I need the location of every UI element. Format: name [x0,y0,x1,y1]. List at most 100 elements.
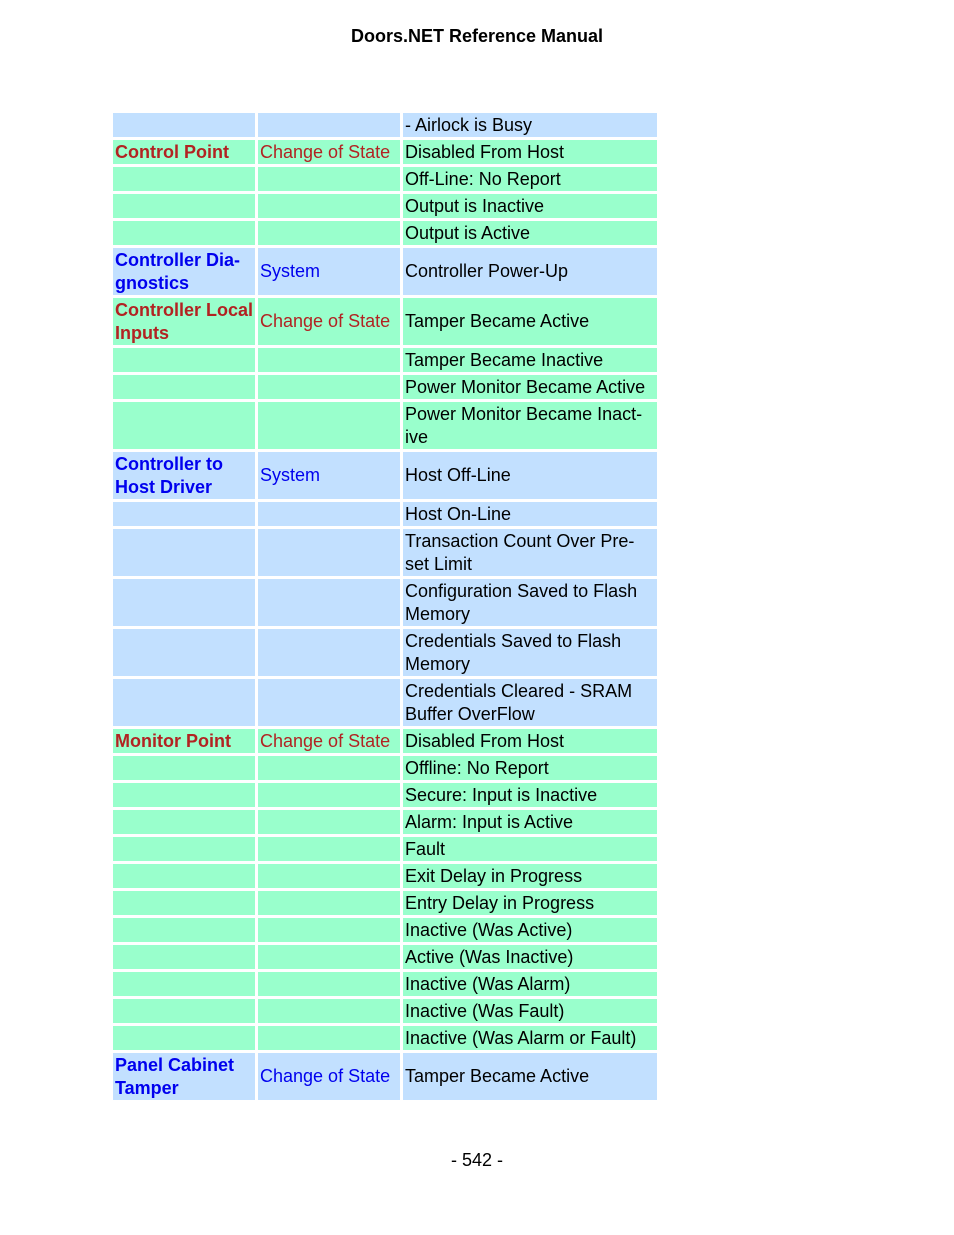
table-row: Tamper Became Inactive [113,348,657,372]
event-description-cell: Inactive (Was Active) [403,918,657,942]
event-category-cell [258,891,400,915]
event-type-cell [113,402,255,449]
event-category-cell [258,194,400,218]
event-type-cell [113,629,255,676]
event-category-cell [258,1026,400,1050]
event-type-cell [113,194,255,218]
event-description-cell: Configuration Saved to Flash Memory [403,579,657,626]
event-description-cell: Inactive (Was Fault) [403,999,657,1023]
events-table: - Airlock is Busy Control Point Change o… [110,110,660,1103]
event-category-cell [258,972,400,996]
table-row: Control Point Change of State Disabled F… [113,140,657,164]
event-type-cell [113,810,255,834]
event-type-cell: Control Point [113,140,255,164]
event-category-cell [258,629,400,676]
event-category-cell [258,945,400,969]
event-type-cell [113,783,255,807]
event-description-cell: Host Off-Line [403,452,657,499]
table-row: Monitor Point Change of State Disabled F… [113,729,657,753]
table-row: - Airlock is Busy [113,113,657,137]
event-type-cell [113,945,255,969]
table-row: Inactive (Was Alarm) [113,972,657,996]
page-header: Doors.NET Reference Manual [350,26,604,46]
table-row: Inactive (Was Alarm or Fault) [113,1026,657,1050]
event-type-cell [113,113,255,137]
event-category-cell [258,221,400,245]
event-description-cell: Exit Delay in Progress [403,864,657,888]
table-row: Off-Line: No Report [113,167,657,191]
event-type-cell: Monitor Point [113,729,255,753]
event-category-cell: Change of State [258,729,400,753]
event-type-cell [113,837,255,861]
event-description-cell: Off-Line: No Report [403,167,657,191]
event-description-cell: Active (Was Inactive) [403,945,657,969]
event-category-cell [258,375,400,399]
table-row: Output is Active [113,221,657,245]
event-type-cell [113,756,255,780]
event-type-cell [113,918,255,942]
event-type-cell: Controller Dia-gnostics [113,248,255,295]
event-category-cell [258,502,400,526]
event-description-cell: Output is Active [403,221,657,245]
event-category-cell [258,810,400,834]
event-description-cell: Output is Inactive [403,194,657,218]
table-row: Active (Was Inactive) [113,945,657,969]
table-row: Alarm: Input is Active [113,810,657,834]
event-category-cell: Change of State [258,298,400,345]
event-type-cell [113,529,255,576]
event-type-cell [113,679,255,726]
table-row: Panel Cabinet Tamper Change of State Tam… [113,1053,657,1100]
page-number: - 542 - [450,1150,504,1170]
event-description-cell: Alarm: Input is Active [403,810,657,834]
table-row: Configuration Saved to Flash Memory [113,579,657,626]
event-description-cell: Power Monitor Became Active [403,375,657,399]
event-description-cell: Fault [403,837,657,861]
event-type-cell [113,348,255,372]
table-row: Fault [113,837,657,861]
event-type-cell [113,864,255,888]
table-row: Entry Delay in Progress [113,891,657,915]
event-type-cell [113,579,255,626]
event-type-cell [113,167,255,191]
table-row: Controller Dia-gnostics System Controlle… [113,248,657,295]
event-description-cell: Transaction Count Over Pre-set Limit [403,529,657,576]
event-type-cell [113,502,255,526]
event-category-cell [258,402,400,449]
event-type-cell [113,999,255,1023]
event-description-cell: Tamper Became Inactive [403,348,657,372]
event-description-cell: Power Monitor Became Inact-ive [403,402,657,449]
event-type-cell [113,891,255,915]
event-description-cell: Credentials Cleared - SRAM Buffer OverFl… [403,679,657,726]
event-description-cell: Tamper Became Active [403,298,657,345]
event-type-cell [113,221,255,245]
event-type-cell: Controller to Host Driver [113,452,255,499]
table-row: Credentials Saved to Flash Memory [113,629,657,676]
event-category-cell [258,999,400,1023]
event-category-cell [258,579,400,626]
event-type-cell [113,1026,255,1050]
event-category-cell [258,529,400,576]
event-category-cell: Change of State [258,1053,400,1100]
event-description-cell: Inactive (Was Alarm) [403,972,657,996]
table-row: Credentials Cleared - SRAM Buffer OverFl… [113,679,657,726]
event-description-cell: Inactive (Was Alarm or Fault) [403,1026,657,1050]
event-category-cell [258,837,400,861]
event-description-cell: Offline: No Report [403,756,657,780]
event-category-cell [258,864,400,888]
event-description-cell: Entry Delay in Progress [403,891,657,915]
event-description-cell: Tamper Became Active [403,1053,657,1100]
table-row: Power Monitor Became Active [113,375,657,399]
event-description-cell: Disabled From Host [403,140,657,164]
event-category-cell: System [258,248,400,295]
event-category-cell [258,167,400,191]
event-category-cell [258,783,400,807]
event-type-cell: Panel Cabinet Tamper [113,1053,255,1100]
table-row: Secure: Input is Inactive [113,783,657,807]
table-row: Output is Inactive [113,194,657,218]
event-description-cell: Credentials Saved to Flash Memory [403,629,657,676]
event-type-cell [113,972,255,996]
event-description-cell: - Airlock is Busy [403,113,657,137]
event-category-cell [258,348,400,372]
table-row: Controller Local Inputs Change of State … [113,298,657,345]
event-category-cell: System [258,452,400,499]
